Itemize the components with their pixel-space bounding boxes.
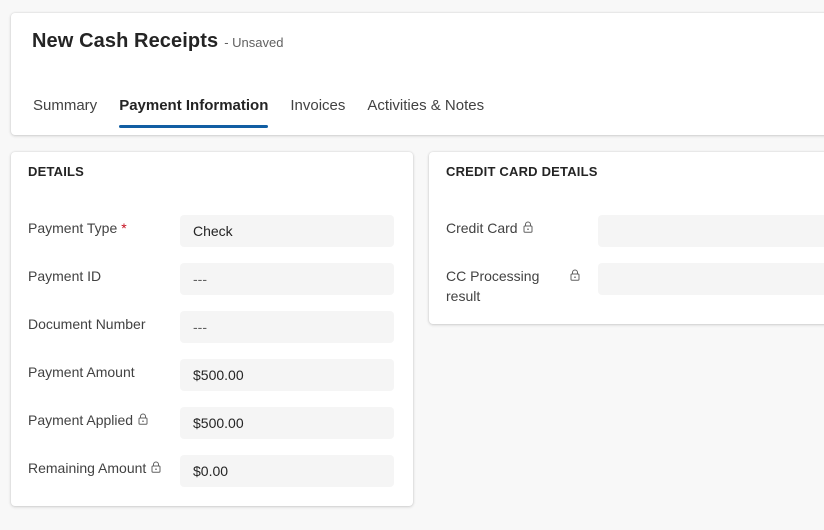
lock-icon bbox=[151, 461, 161, 473]
credit-card-label: Credit Card bbox=[446, 218, 533, 238]
cc-processing-result-field bbox=[598, 263, 824, 295]
credit-card-label-text: Credit Card bbox=[446, 220, 518, 236]
payment-type-field[interactable]: Check bbox=[180, 215, 394, 247]
required-indicator: * bbox=[121, 220, 127, 236]
remaining-amount-label-text: Remaining Amount bbox=[28, 460, 147, 476]
section-title: DETAILS bbox=[28, 164, 85, 179]
lock-icon bbox=[138, 413, 148, 425]
payment-type-label: Payment Type * bbox=[28, 218, 127, 238]
lock-icon bbox=[523, 221, 533, 233]
credit-card-field bbox=[598, 215, 824, 247]
tab-invoices[interactable]: Invoices bbox=[279, 96, 356, 126]
payment-applied-field: $500.00 bbox=[180, 407, 394, 439]
cc-processing-result-label-text: CC Processing result bbox=[446, 268, 540, 304]
payment-type-label-text: Payment Type bbox=[28, 220, 118, 236]
credit-card-section: CREDIT CARD DETAILS Credit Card CC Proce… bbox=[429, 152, 824, 324]
lock-icon bbox=[570, 269, 580, 281]
section-title: CREDIT CARD DETAILS bbox=[446, 164, 598, 179]
tab-summary[interactable]: Summary bbox=[22, 96, 108, 126]
details-section: DETAILS Payment Type * Check Payment ID … bbox=[11, 152, 413, 506]
document-number-label: Document Number bbox=[28, 316, 146, 332]
payment-id-label: Payment ID bbox=[28, 268, 102, 284]
remaining-amount-field: $0.00 bbox=[180, 455, 394, 487]
document-number-field[interactable]: --- bbox=[180, 311, 394, 343]
save-status: - Unsaved bbox=[224, 35, 284, 50]
tab-bar: Summary Payment Information Invoices Act… bbox=[22, 96, 495, 128]
payment-applied-label-text: Payment Applied bbox=[28, 412, 134, 428]
page-title: New Cash Receipts bbox=[32, 30, 219, 52]
tab-activities-notes[interactable]: Activities & Notes bbox=[356, 96, 495, 126]
remaining-amount-label: Remaining Amount bbox=[28, 458, 161, 478]
payment-id-field[interactable]: --- bbox=[180, 263, 394, 295]
header-card: New Cash Receipts - Unsaved Summary Paym… bbox=[11, 13, 824, 135]
title-row: New Cash Receipts - Unsaved bbox=[32, 30, 283, 53]
tab-payment-information[interactable]: Payment Information bbox=[108, 96, 279, 128]
payment-applied-label: Payment Applied bbox=[28, 410, 148, 430]
payment-amount-label: Payment Amount bbox=[28, 364, 135, 380]
cc-processing-result-label: CC Processing result bbox=[446, 266, 581, 306]
payment-amount-field[interactable]: $500.00 bbox=[180, 359, 394, 391]
